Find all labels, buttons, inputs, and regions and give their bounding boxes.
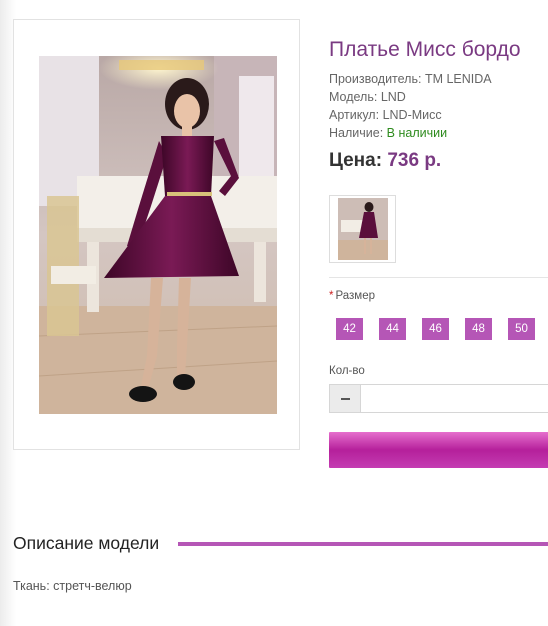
model-line: Модель: LND xyxy=(329,90,406,104)
main-image-frame[interactable] xyxy=(13,19,300,450)
size-option-46[interactable]: 46 xyxy=(422,318,449,340)
sku-line: Артикул: LND-Мисс xyxy=(329,108,442,122)
quantity-label: Кол-во xyxy=(329,365,365,377)
manufacturer-label: Производитель: xyxy=(329,72,422,86)
manufacturer-line: Производитель: ТМ LENIDA xyxy=(329,72,492,86)
thumbnail-image xyxy=(338,198,388,260)
model-value: LND xyxy=(380,90,406,104)
quantity-input[interactable] xyxy=(360,384,548,413)
availability-value: В наличии xyxy=(386,126,448,140)
quantity-decrease-button[interactable] xyxy=(329,384,361,413)
size-label: * Размер xyxy=(329,290,375,302)
options-divider xyxy=(329,277,548,278)
manufacturer-value[interactable]: ТМ LENIDA xyxy=(425,72,492,86)
description-text: Ткань: стретч-велюр xyxy=(13,579,132,593)
size-option-44[interactable]: 44 xyxy=(379,318,406,340)
product-thumbnail[interactable] xyxy=(329,195,396,263)
price: Цена: 736 р. xyxy=(329,150,441,172)
availability-line: Наличие: В наличии xyxy=(329,126,447,140)
add-to-cart-button[interactable] xyxy=(329,432,548,468)
sku-label: Артикул: xyxy=(329,108,380,122)
model-label: Модель: xyxy=(329,90,378,104)
description-heading: Описание модели xyxy=(13,533,160,553)
availability-label: Наличие: xyxy=(329,126,384,140)
price-value: 736 р. xyxy=(387,150,442,171)
minus-icon xyxy=(341,398,350,400)
price-label: Цена: xyxy=(329,150,383,171)
product-title: Платье Мисс бордо xyxy=(329,38,521,61)
description-heading-line xyxy=(178,542,548,546)
size-option-42[interactable]: 42 xyxy=(336,318,363,340)
sku-value: LND-Мисс xyxy=(382,108,442,122)
size-label-text: Размер xyxy=(335,290,376,302)
required-mark: * xyxy=(329,290,334,302)
product-main-image[interactable] xyxy=(39,56,277,414)
size-option-50[interactable]: 50 xyxy=(508,318,535,340)
size-option-48[interactable]: 48 xyxy=(465,318,492,340)
